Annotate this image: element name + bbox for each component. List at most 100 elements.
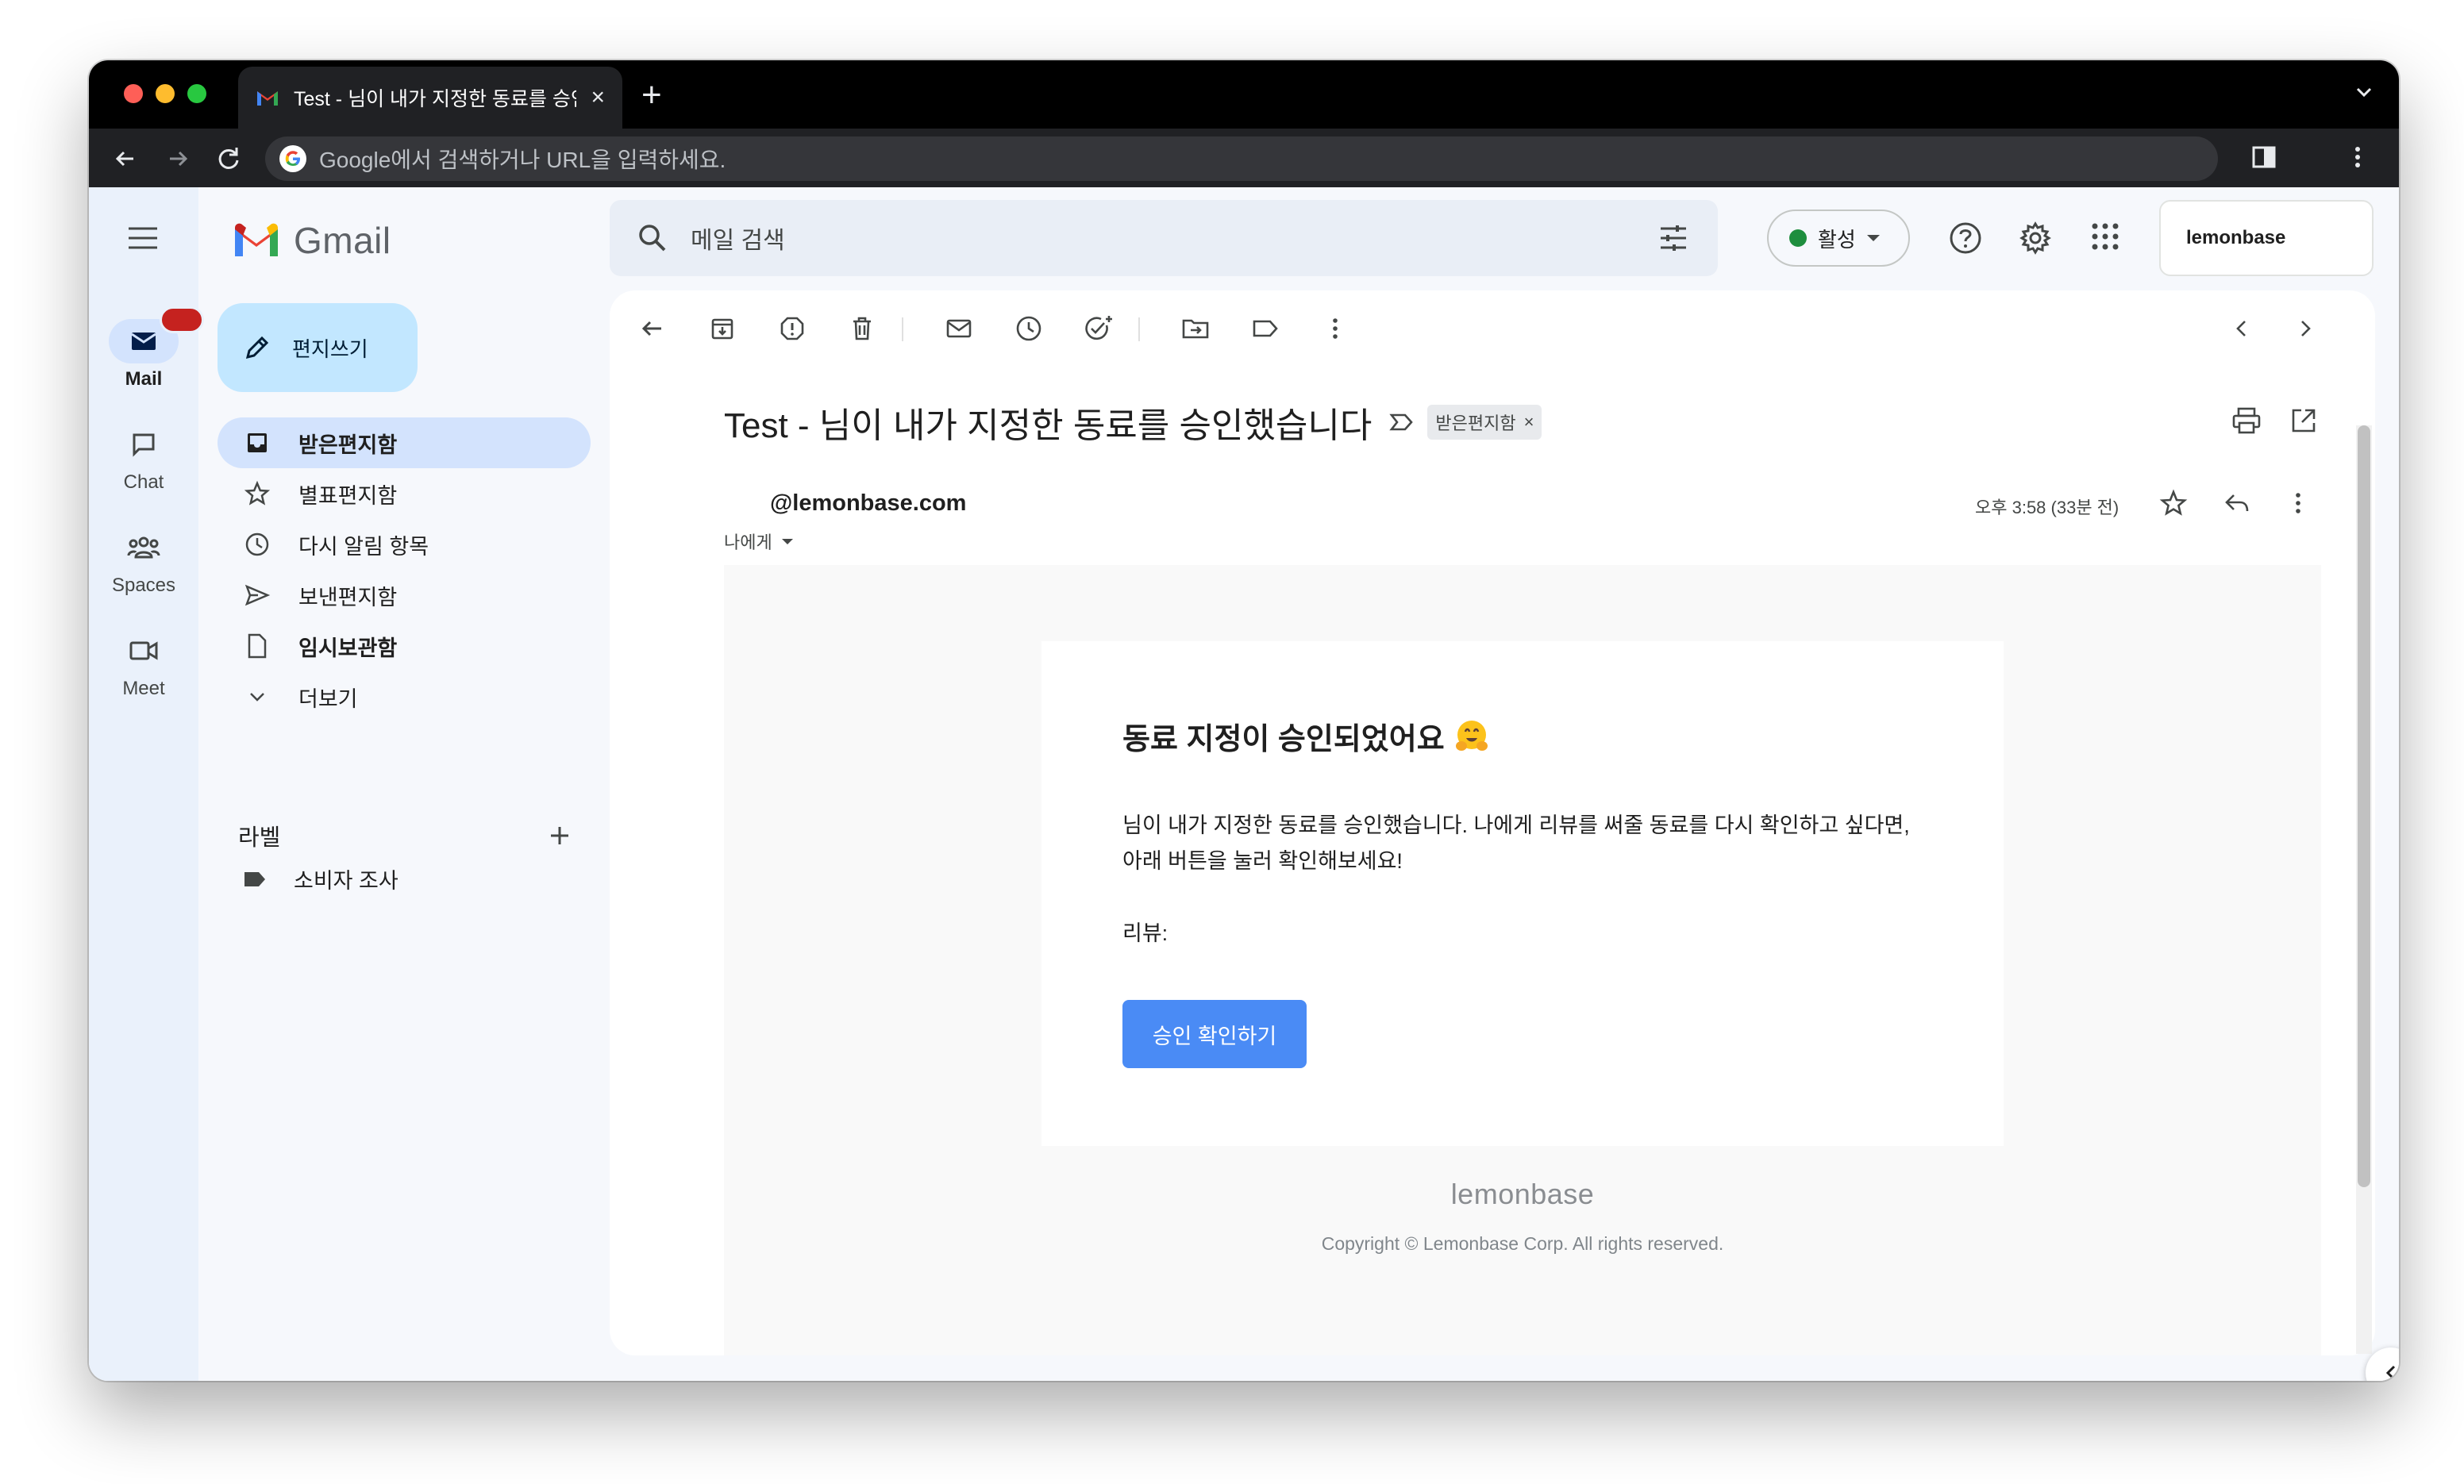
scrollbar-thumb[interactable] — [2358, 425, 2370, 1187]
status-dot — [1789, 229, 1807, 247]
delete-trash-icon[interactable] — [846, 313, 878, 344]
help-icon[interactable] — [1948, 221, 1983, 256]
pencil-icon — [245, 336, 269, 359]
label-consumer-research[interactable]: 소비자 조사 — [241, 863, 398, 894]
rail-item-spaces[interactable]: Spaces — [89, 525, 198, 597]
close-window-button[interactable] — [124, 84, 143, 103]
gmail-logo[interactable]: Gmail — [232, 219, 391, 262]
reply-icon[interactable] — [2223, 489, 2251, 517]
address-placeholder: Google에서 검색하거나 URL을 입력하세요. — [319, 148, 726, 172]
label-name: 소비자 조사 — [294, 869, 398, 893]
account-name: lemonbase — [2186, 227, 2286, 248]
gmail-wordmark: Gmail — [294, 220, 391, 261]
importance-marker-icon[interactable] — [1388, 411, 1416, 433]
rail-item-mail[interactable]: Mail — [89, 306, 204, 390]
remove-label-icon[interactable]: × — [1524, 412, 1534, 433]
folder-drafts[interactable]: 임시보관함 — [218, 621, 591, 671]
mark-unread-icon[interactable] — [943, 313, 975, 344]
clock-icon — [245, 532, 269, 556]
open-new-window-icon[interactable] — [2289, 406, 2318, 435]
add-to-tasks-icon[interactable] — [1083, 313, 1115, 344]
email-body: 동료 지정이 승인되었어요 님이 내가 지정한 동료를 승인했습니다. 나에게 … — [724, 565, 2321, 1355]
chevron-down-icon — [250, 693, 264, 702]
inbox-label-chip: 받은편지함 × — [1427, 405, 1542, 440]
search-bar[interactable]: 메일 검색 — [610, 200, 1718, 276]
folder-label: 별표편지함 — [298, 483, 398, 508]
search-icon[interactable] — [637, 222, 668, 254]
browser-window: Test - 님이 내가 지정한 동료를 승인했습니다 × + Google에서… — [89, 60, 2399, 1381]
snooze-clock-icon[interactable] — [1013, 313, 1045, 344]
send-icon — [244, 584, 271, 606]
folder-label: 임시보관함 — [298, 636, 398, 660]
hamburger-menu-icon[interactable] — [125, 225, 160, 251]
archive-icon[interactable] — [706, 313, 738, 344]
account-switcher[interactable]: lemonbase — [2159, 200, 2374, 276]
google-icon — [279, 145, 306, 172]
back-arrow-icon[interactable] — [110, 143, 141, 175]
print-icon[interactable] — [2231, 406, 2262, 435]
folder-snoozed[interactable]: 다시 알림 항목 — [218, 519, 591, 570]
compose-label: 편지쓰기 — [292, 336, 368, 361]
forward-arrow-icon[interactable] — [162, 143, 194, 175]
rail-label-mail: Mail — [125, 368, 163, 390]
gmail-app: Mail Chat Spaces Meet Gmail 편지쓰기 받은편지함 별… — [89, 187, 2399, 1381]
settings-gear-icon[interactable] — [2018, 221, 2053, 256]
side-panel-icon[interactable] — [2250, 143, 2278, 171]
footer-copyright: Copyright © Lemonbase Corp. All rights r… — [1321, 1233, 1724, 1254]
review-label: 리뷰: — [1122, 921, 1168, 945]
label-icon[interactable] — [1249, 313, 1281, 344]
star-icon[interactable] — [2159, 489, 2188, 517]
new-tab-icon[interactable]: + — [641, 78, 662, 113]
chevron-left-icon — [2385, 1365, 2396, 1381]
tab-close-icon[interactable]: × — [591, 86, 605, 110]
folder-starred[interactable]: 별표편지함 — [218, 468, 591, 519]
email-message: 님이 내가 지정한 동료를 승인했습니다. 나에게 리뷰를 써줄 동료를 다시 … — [1122, 808, 1932, 879]
message-more-icon[interactable] — [2294, 489, 2302, 517]
address-bar[interactable]: Google에서 검색하거나 URL을 입력하세요. — [265, 136, 2218, 181]
folder-more[interactable]: 더보기 — [218, 671, 591, 722]
add-label-icon[interactable] — [548, 824, 572, 848]
email-title-row: 동료 지정이 승인되었어요 — [1122, 714, 1491, 758]
rail-item-meet[interactable]: Meet — [89, 629, 198, 700]
caret-down-icon — [781, 539, 793, 544]
apps-grid-icon[interactable] — [2089, 221, 2121, 252]
sender-address[interactable]: @lemonbase.com — [770, 490, 966, 517]
spaces-icon — [127, 536, 160, 559]
confirm-approval-button[interactable]: 승인 확인하기 — [1122, 1000, 1307, 1068]
minimize-window-button[interactable] — [156, 84, 175, 103]
folder-inbox[interactable]: 받은편지함 — [218, 417, 591, 468]
recipient-label: 나에게 — [724, 532, 772, 552]
back-to-inbox-icon[interactable] — [637, 313, 668, 344]
toolbar-divider — [902, 317, 903, 341]
reload-icon[interactable] — [213, 143, 244, 175]
draft-icon — [248, 633, 267, 659]
folder-label: 보낸편지함 — [298, 585, 398, 609]
hugging-face-icon — [1455, 720, 1488, 751]
older-message-chevron-icon[interactable] — [2289, 313, 2321, 344]
search-options-icon[interactable] — [1657, 222, 1689, 254]
newer-message-chevron-icon[interactable] — [2226, 313, 2258, 344]
report-spam-icon[interactable] — [776, 313, 808, 344]
rail-label-meet: Meet — [122, 678, 165, 699]
message-toolbar — [610, 290, 2375, 367]
folder-sent[interactable]: 보낸편지함 — [218, 570, 591, 621]
rail-item-chat[interactable]: Chat — [89, 422, 198, 494]
search-input[interactable]: 메일 검색 — [691, 221, 785, 256]
tab-search-chevron-icon[interactable] — [2353, 81, 2375, 103]
rail-label-spaces: Spaces — [111, 575, 176, 596]
recipient-dropdown[interactable]: 나에게 — [724, 529, 796, 554]
star-icon — [244, 480, 271, 506]
gmail-m-icon — [235, 223, 278, 256]
toolbar-divider — [1138, 317, 1140, 341]
app-rail: Mail Chat Spaces Meet — [89, 187, 204, 1381]
compose-button[interactable]: 편지쓰기 — [218, 303, 418, 392]
browser-tab[interactable]: Test - 님이 내가 지정한 동료를 승인했습니다 × — [238, 67, 622, 129]
browser-menu-icon[interactable] — [2353, 143, 2362, 171]
maximize-window-button[interactable] — [187, 84, 206, 103]
status-selector[interactable]: 활성 — [1767, 210, 1910, 267]
more-vertical-icon[interactable] — [1319, 313, 1351, 344]
tab-title: Test - 님이 내가 지정한 동료를 승인했습니다 — [294, 88, 576, 110]
move-to-folder-icon[interactable] — [1180, 313, 1211, 344]
chat-icon — [133, 433, 155, 457]
label-tag-icon — [244, 871, 265, 886]
